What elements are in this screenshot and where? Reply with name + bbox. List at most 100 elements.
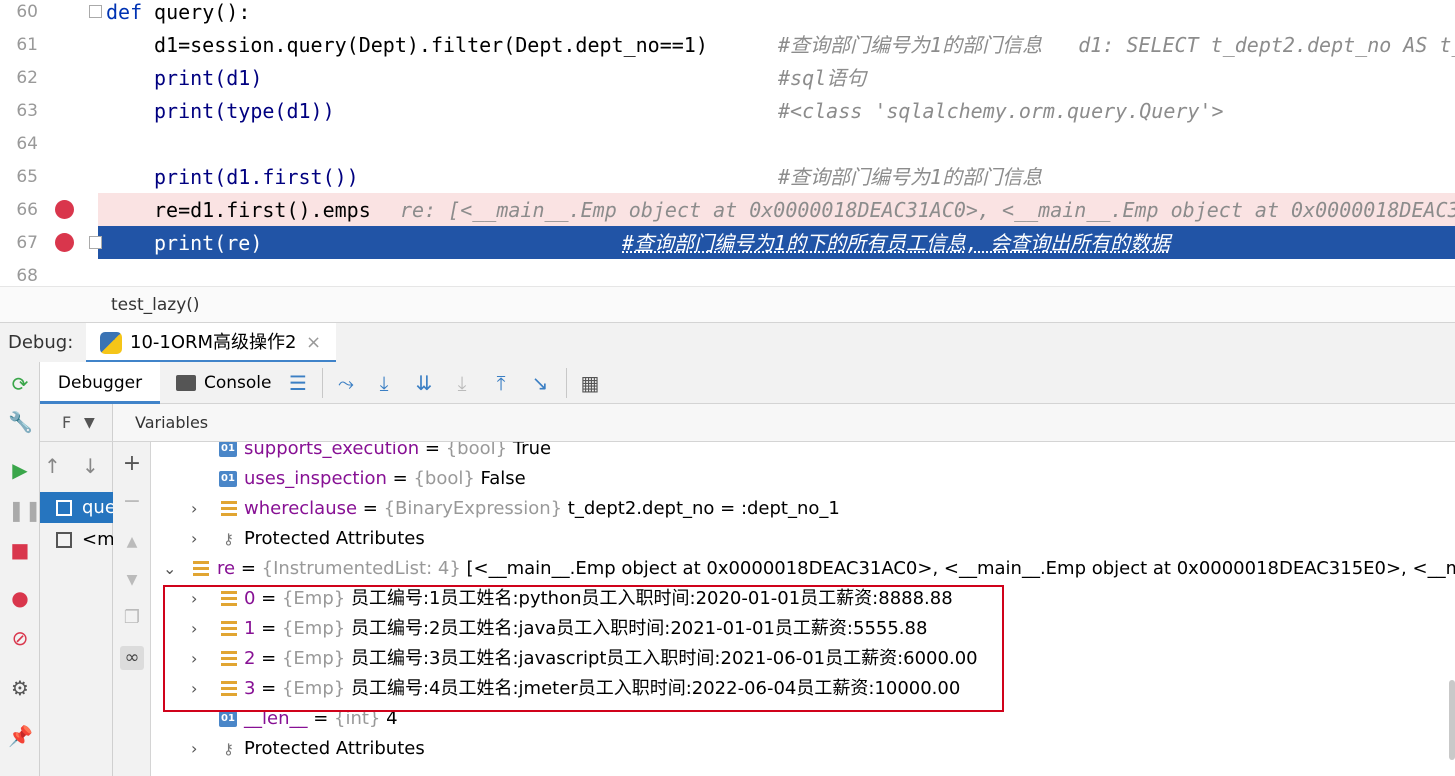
object-icon <box>193 561 209 577</box>
run-config-tab[interactable]: 10-1ORM高级操作2 × <box>86 323 336 363</box>
variable-type: {bool} <box>445 442 508 459</box>
step-out-icon[interactable]: ⤒ <box>489 371 513 395</box>
step-into-icon[interactable]: ⇊ <box>412 371 436 395</box>
show-execution-point-icon[interactable]: ⤳ <box>334 371 358 395</box>
line-number: 65 <box>16 167 38 187</box>
run-to-cursor-icon[interactable]: ↘ <box>528 371 552 395</box>
evaluate-expression-icon[interactable]: ▦ <box>578 371 602 395</box>
arrow-up-icon[interactable]: ↑ <box>44 454 61 478</box>
variable-type: {InstrumentedList: 4} <box>261 558 461 579</box>
close-icon[interactable]: × <box>306 323 321 363</box>
line-number: 64 <box>16 134 38 154</box>
primitive-icon: 01 <box>219 711 237 727</box>
variable-row[interactable]: › ⚷ Protected Attributes <box>151 734 1455 764</box>
frames-header: F ▼ <box>40 404 113 442</box>
line-number: 66 <box>16 200 38 220</box>
code-editor[interactable]: 60 61 62 63 64 65 66 67 68 def query(): … <box>0 0 1455 286</box>
frames-panel: F ▼ ↑ ↓ que <mo <box>40 404 113 776</box>
code-text: print(re) <box>154 231 263 255</box>
move-up-icon[interactable]: ▲ <box>120 530 144 554</box>
stop-icon[interactable]: ■ <box>8 538 32 562</box>
frame-item-label: que <box>82 497 113 518</box>
frame-item[interactable]: que <box>40 492 113 523</box>
collapse-arrow-icon[interactable]: ⌄ <box>163 554 176 584</box>
code-comment: #<class 'sqlalchemy.orm.query.Query'> <box>778 99 1224 123</box>
code-text: re=d1.first().emps <box>154 198 371 222</box>
toolbar-separator <box>566 368 567 398</box>
variable-row[interactable]: › whereclause = {BinaryExpression} t_dep… <box>151 494 1455 524</box>
code-comment: #查询部门编号为1的部门信息 d1: SELECT t_dept2.dept_n… <box>778 33 1455 57</box>
pause-icon[interactable]: ❚❚ <box>8 498 42 522</box>
chevron-down-icon[interactable]: ▼ <box>84 404 95 442</box>
python-icon <box>100 332 122 354</box>
primitive-icon: 01 <box>219 442 237 457</box>
breakpoint-icon[interactable] <box>55 233 74 252</box>
console-icon <box>176 375 196 391</box>
variable-name: uses_inspection <box>244 468 387 489</box>
tab-console-label: Console <box>204 373 272 393</box>
variable-value: [<__main__.Emp object at 0x0000018DEAC31… <box>466 558 1455 579</box>
scrollbar-thumb[interactable] <box>1449 680 1455 760</box>
frame-icon <box>56 500 72 516</box>
variable-name: re <box>217 558 236 579</box>
variable-name: whereclause <box>244 498 358 519</box>
step-over-icon[interactable]: ⤓ <box>372 371 396 395</box>
view-breakpoints-icon[interactable]: ● <box>8 586 32 610</box>
expand-arrow-icon[interactable]: › <box>191 524 197 554</box>
variable-value: Protected Attributes <box>244 738 425 759</box>
expand-arrow-icon[interactable]: › <box>191 494 197 524</box>
line-number: 61 <box>16 35 38 55</box>
wrench-icon[interactable]: 🔧 <box>8 410 33 434</box>
code-text: print(d1.first()) <box>154 165 359 189</box>
settings-icon[interactable]: ⚙ <box>8 676 32 700</box>
line-number: 60 <box>16 2 38 22</box>
variable-value: t_dept2.dept_no = :dept_no_1 <box>567 498 840 519</box>
key-icon: ⚷ <box>223 530 234 548</box>
menu-icon[interactable]: ☰ <box>286 371 310 395</box>
code-text: query(): <box>142 0 251 24</box>
breakpoint-icon[interactable] <box>55 200 74 219</box>
tab-console[interactable]: Console <box>174 362 272 404</box>
mute-breakpoints-icon[interactable]: ⊘ <box>8 626 32 650</box>
frame-item[interactable]: <mo <box>40 524 113 555</box>
inline-debug-value: re: [<__main__.Emp object at 0x0000018DE… <box>400 198 1455 222</box>
code-text: print(d1) <box>154 66 263 90</box>
variable-value: True <box>512 442 552 459</box>
breadcrumb[interactable]: test_lazy() <box>111 287 200 323</box>
glasses-icon[interactable]: ∞ <box>120 646 144 670</box>
copy-icon[interactable]: ❐ <box>120 606 144 630</box>
code-comment: #查询部门编号为1的下的所有员工信息, 会查询出所有的数据 <box>622 231 1171 255</box>
arrow-down-icon[interactable]: ↓ <box>82 454 99 478</box>
resume-icon[interactable]: ▶ <box>8 458 32 482</box>
code-text: d1=session.query(Dept).filter(Dept.dept_… <box>154 33 708 57</box>
add-watch-icon[interactable]: + <box>120 452 144 476</box>
variable-value: False <box>480 468 526 489</box>
step-into-my-code-icon[interactable]: ⤓ <box>450 371 474 395</box>
variable-row[interactable]: ⌄ re = {InstrumentedList: 4} [<__main__.… <box>151 554 1455 584</box>
keyword: def <box>106 0 143 24</box>
rerun-icon[interactable]: ⟳ <box>8 372 32 396</box>
code-line: print(d1.first()) #查询部门编号为1的部门信息 <box>98 161 1455 194</box>
variable-row[interactable]: › ⚷ Protected Attributes <box>151 524 1455 554</box>
debug-tool-window-header: Debug: 10-1ORM高级操作2 × <box>0 322 1455 363</box>
object-icon <box>221 501 237 517</box>
line-number: 63 <box>16 101 38 121</box>
variable-name: supports_execution <box>244 442 420 459</box>
expand-arrow-icon[interactable]: › <box>191 734 197 764</box>
frames-label: F <box>62 413 72 432</box>
code-line: def query(): <box>98 0 1455 29</box>
pin-icon[interactable]: 📌 <box>8 724 33 748</box>
code-comment: #查询部门编号为1的部门信息 <box>778 165 1043 189</box>
variable-row[interactable]: 01 uses_inspection = {bool} False <box>151 464 1455 494</box>
tab-debugger[interactable]: Debugger <box>40 362 160 404</box>
breadcrumb-bar: test_lazy() <box>0 286 1455 322</box>
code-comment: #sql语句 <box>778 66 867 90</box>
frame-icon <box>56 532 72 548</box>
variable-row[interactable]: 01 supports_execution = {bool} True <box>151 442 1455 464</box>
move-down-icon[interactable]: ▼ <box>120 568 144 592</box>
debugger-toolbar: Debugger Console ☰ ⤳ ⤓ ⇊ ⤓ ⤒ ↘ ▦ <box>40 362 1455 404</box>
code-text: print(type(d1)) <box>154 99 335 123</box>
remove-watch-icon[interactable]: − <box>120 490 144 514</box>
variable-value: Protected Attributes <box>244 528 425 549</box>
run-config-tab-label: 10-1ORM高级操作2 <box>130 332 297 353</box>
